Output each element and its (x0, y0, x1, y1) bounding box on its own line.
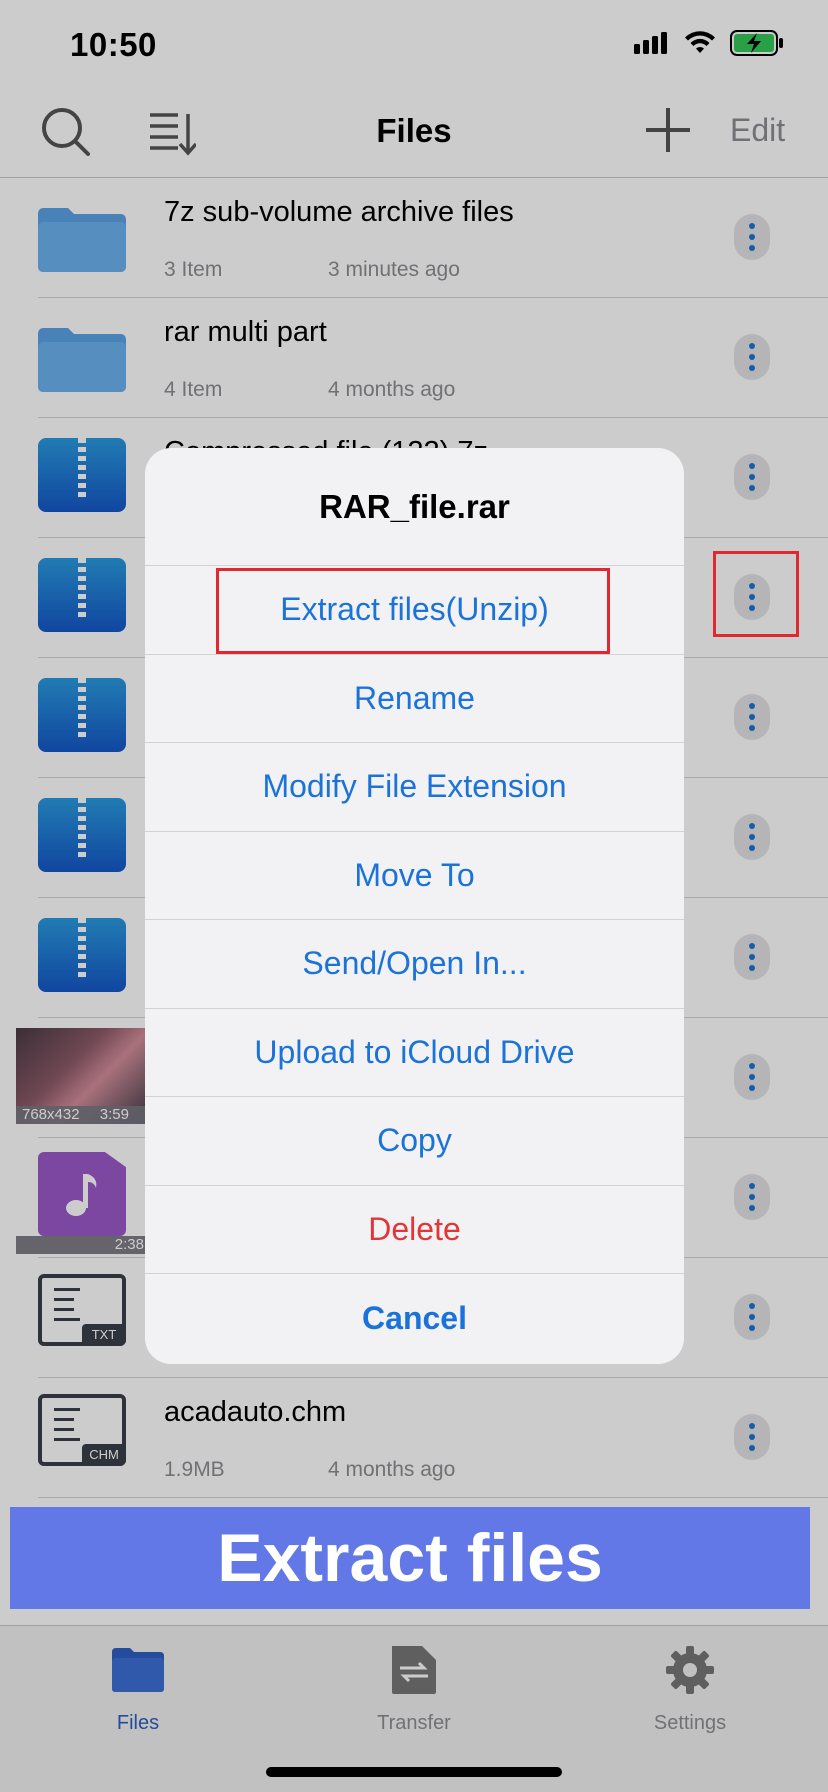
caption-banner: Extract files (10, 1507, 810, 1609)
highlight-box (216, 568, 610, 654)
modify-extension-button[interactable]: Modify File Extension (145, 743, 684, 832)
action-sheet-title: RAR_file.rar (145, 448, 684, 566)
send-open-in-button[interactable]: Send/Open In... (145, 920, 684, 1009)
highlight-box (713, 551, 799, 637)
delete-button[interactable]: Delete (145, 1186, 684, 1274)
cancel-button[interactable]: Cancel (145, 1274, 684, 1363)
copy-button[interactable]: Copy (145, 1097, 684, 1186)
screen: 10:50 Files Edit 7z sub-volume archive f… (0, 0, 828, 1792)
rename-button[interactable]: Rename (145, 655, 684, 743)
move-to-button[interactable]: Move To (145, 832, 684, 920)
upload-icloud-button[interactable]: Upload to iCloud Drive (145, 1009, 684, 1097)
